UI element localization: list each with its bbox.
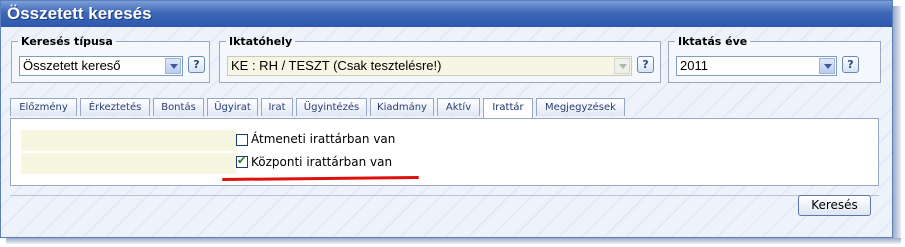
- registry-group: Iktatóhely KE : RH / TESZT (Csak tesztel…: [219, 35, 661, 83]
- search-type-group: Keresés típusa Összetett kereső ?: [11, 35, 210, 83]
- search-type-legend: Keresés típusa: [21, 35, 113, 48]
- central-archive-label[interactable]: Központi irattárban van: [251, 155, 392, 169]
- search-type-value: Összetett kereső: [23, 58, 121, 73]
- tab-irat[interactable]: Irat: [261, 98, 293, 116]
- year-group: Iktatás éve 2011 ?: [668, 35, 881, 83]
- year-legend: Iktatás éve: [678, 35, 748, 48]
- year-select[interactable]: 2011: [676, 56, 837, 76]
- search-button[interactable]: Keresés: [798, 195, 871, 216]
- window-shadow-right: [893, 6, 901, 242]
- tab-megjegyzesek[interactable]: Megjegyzések: [536, 98, 625, 116]
- search-type-select[interactable]: Összetett kereső: [19, 56, 183, 76]
- title-bar: Összetett keresés: [1, 1, 892, 27]
- chevron-down-icon[interactable]: [614, 58, 630, 74]
- tab-erkeztetes[interactable]: Érkeztetés: [80, 98, 150, 116]
- chevron-down-icon[interactable]: [819, 58, 835, 74]
- registry-value: KE : RH / TESZT (Csak tesztelésre!): [231, 58, 442, 73]
- central-archive-checkbox[interactable]: [236, 154, 248, 168]
- chevron-down-icon[interactable]: [165, 58, 181, 74]
- tab-irattar[interactable]: Irattár: [483, 98, 533, 119]
- temporary-archive-label[interactable]: Átmeneti irattárban van: [251, 132, 395, 146]
- help-icon[interactable]: ?: [637, 56, 654, 73]
- window-title: Összetett keresés: [7, 4, 152, 23]
- tab-bontas[interactable]: Bontás: [153, 98, 204, 116]
- help-icon[interactable]: ?: [188, 56, 205, 73]
- tab-ugyirat[interactable]: Ügyirat: [207, 98, 258, 116]
- label-cell: [21, 130, 237, 151]
- temporary-archive-checkbox[interactable]: [236, 134, 248, 146]
- registry-legend: Iktatóhely: [229, 35, 293, 48]
- irattar-panel: Átmeneti irattárban van Központi irattár…: [10, 118, 879, 186]
- tab-ugyintezes[interactable]: Ügyintézés: [296, 98, 367, 116]
- tab-kiadmany[interactable]: Kiadmány: [370, 98, 434, 116]
- divider: [10, 195, 879, 196]
- registry-select[interactable]: KE : RH / TESZT (Csak tesztelésre!): [227, 56, 632, 76]
- tab-elozmeny[interactable]: Előzmény: [10, 98, 77, 116]
- label-cell: [21, 153, 237, 174]
- year-value: 2011: [680, 58, 708, 73]
- tab-aktiv[interactable]: Aktív: [437, 98, 480, 116]
- help-icon[interactable]: ?: [842, 56, 859, 73]
- window-shadow-bottom: [6, 238, 901, 244]
